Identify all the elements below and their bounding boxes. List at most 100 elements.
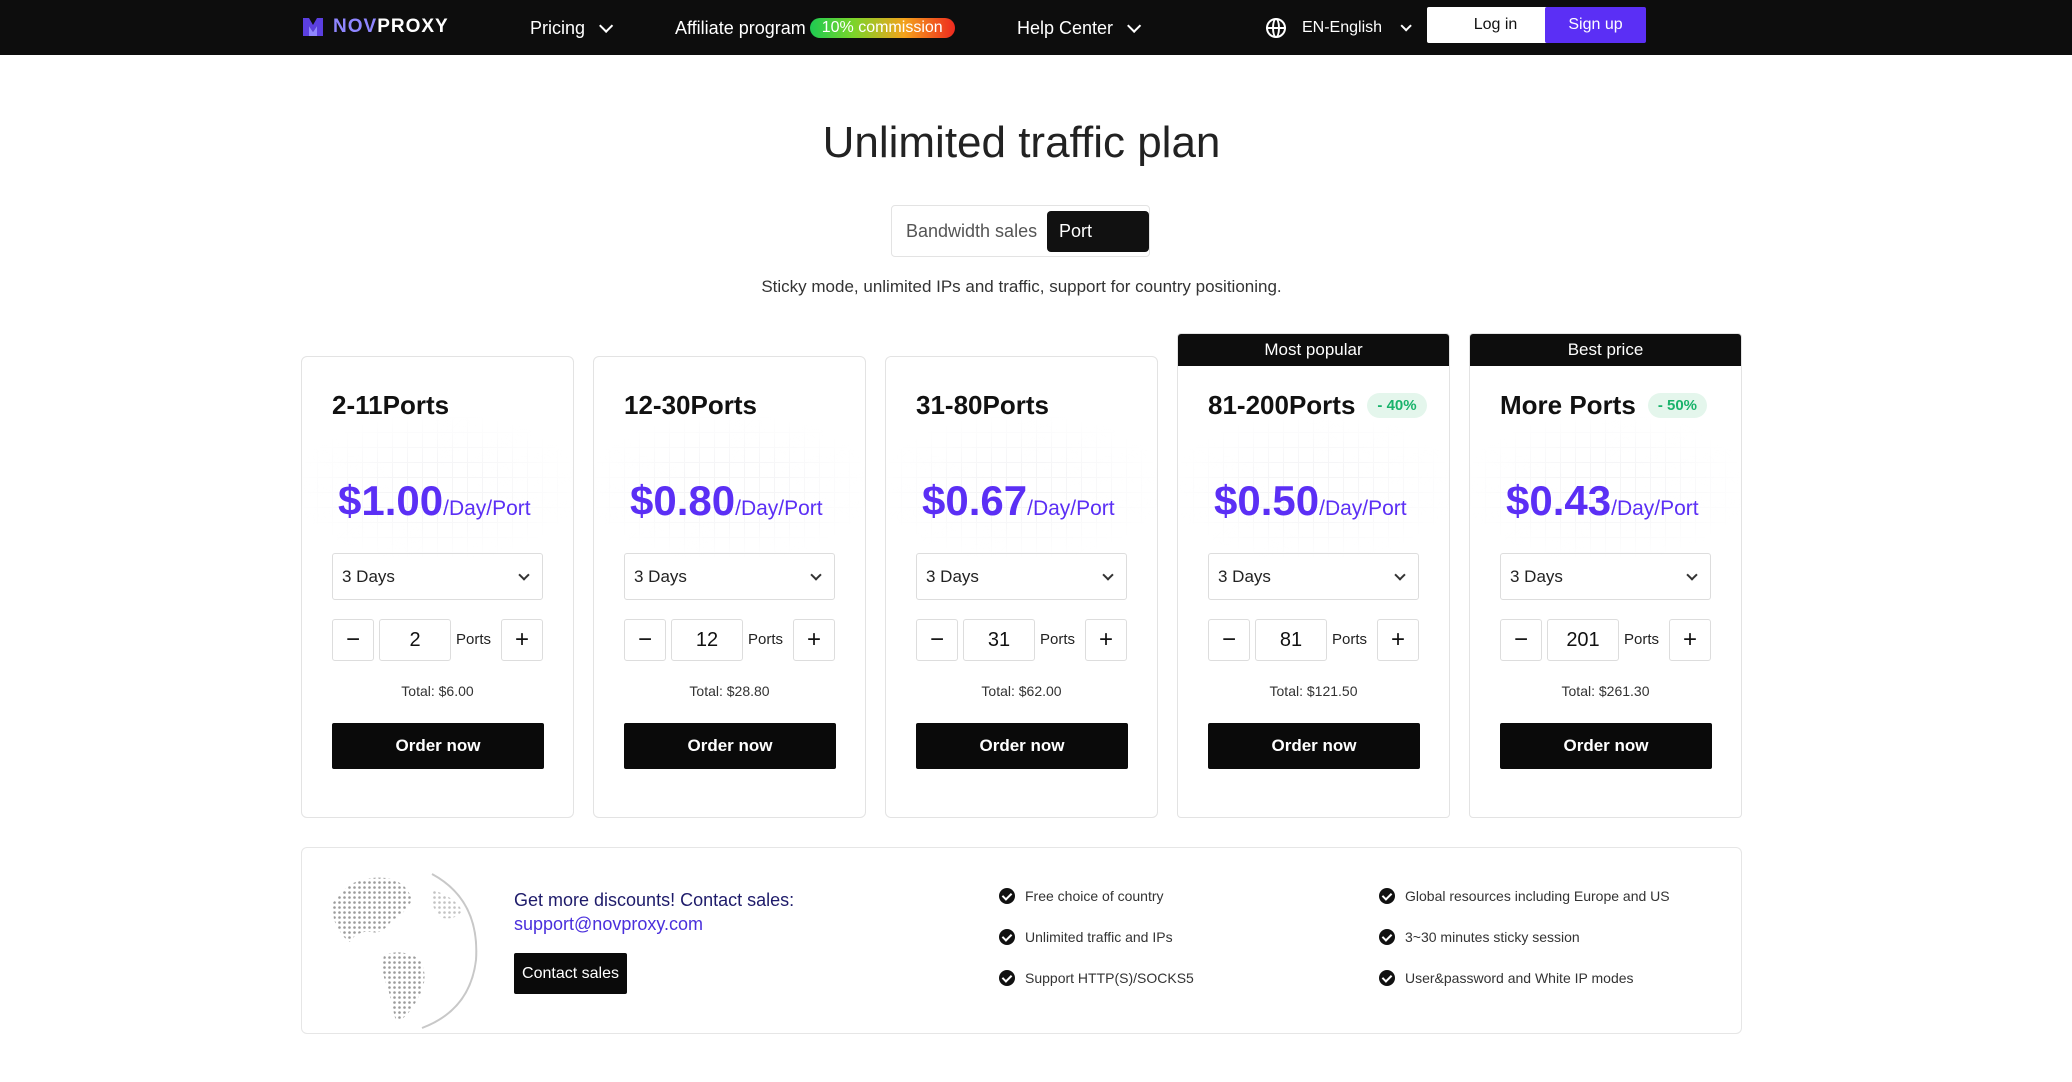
check-icon — [1379, 888, 1395, 904]
check-icon — [999, 970, 1015, 986]
plan-title: More Ports - 50% — [1500, 390, 1707, 421]
discount-badge: - 50% — [1647, 393, 1707, 418]
plan-total: Total: $28.80 — [689, 683, 770, 699]
decrement-button[interactable]: − — [1208, 619, 1250, 661]
plan-price: $0.50/Day/Port — [1214, 477, 1407, 524]
ports-unit-label: Ports — [748, 631, 784, 648]
contact-heading: Get more discounts! Contact sales: — [514, 890, 795, 910]
logo-mark-icon — [303, 18, 323, 36]
duration-select[interactable]: 3 Days — [624, 553, 835, 600]
login-button[interactable]: Log in — [1427, 7, 1564, 43]
plan-total: Total: $261.30 — [1561, 683, 1650, 699]
decrement-button[interactable]: − — [1500, 619, 1542, 661]
contact-sales-button[interactable]: Contact sales — [514, 953, 627, 994]
check-icon — [999, 929, 1015, 945]
order-now-button[interactable]: Order now — [332, 723, 544, 769]
plan-price: $1.00/Day/Port — [338, 477, 531, 524]
check-icon — [1379, 970, 1395, 986]
chevron-down-icon — [599, 18, 614, 33]
nav-affiliate[interactable]: Affiliate program 10% commission — [675, 14, 955, 42]
plan-title: 81-200Ports - 40% — [1208, 390, 1427, 421]
decrement-button[interactable]: − — [916, 619, 958, 661]
order-now-button[interactable]: Order now — [1500, 723, 1712, 769]
order-now-button[interactable]: Order now — [916, 723, 1128, 769]
feature-item: User&password and White IP modes — [1379, 970, 1634, 986]
plan-total: Total: $62.00 — [981, 683, 1062, 699]
ports-quantity-input[interactable]: 31 — [963, 619, 1035, 661]
ports-quantity-input[interactable]: 81 — [1255, 619, 1327, 661]
plan-subtitle: Sticky mode, unlimited IPs and traffic, … — [761, 277, 1282, 296]
nav-affiliate-label: Affiliate program — [675, 17, 806, 38]
check-icon — [1379, 929, 1395, 945]
ports-unit-label: Ports — [1332, 631, 1368, 648]
support-email-link[interactable]: support@novproxy.com — [514, 914, 703, 935]
duration-select[interactable]: 3 Days — [916, 553, 1127, 600]
ports-stepper: − 201 Ports + — [1500, 619, 1711, 661]
most-popular-ribbon: Most popular — [1178, 334, 1449, 366]
duration-select[interactable]: 3 Days — [332, 553, 543, 600]
ports-quantity-input[interactable]: 2 — [379, 619, 451, 661]
increment-button[interactable]: + — [501, 619, 543, 661]
plan-card-81-200: Most popular 81-200Ports - 40% $0.50/Day/… — [1177, 333, 1450, 818]
order-now-button[interactable]: Order now — [624, 723, 836, 769]
ports-stepper: − 31 Ports + — [916, 619, 1127, 661]
feature-item: Support HTTP(S)/SOCKS5 — [999, 970, 1194, 986]
chevron-down-icon — [1102, 569, 1114, 581]
nav-help-label: Help Center — [1017, 17, 1114, 38]
order-now-button[interactable]: Order now — [1208, 723, 1420, 769]
logo[interactable]: NOVPROXY — [301, 13, 449, 41]
nav-help-center[interactable]: Help Center — [1017, 14, 1142, 42]
increment-button[interactable]: + — [1085, 619, 1127, 661]
tab-bandwidth-sales[interactable]: Bandwidth sales — [894, 211, 1049, 252]
plan-title: 2-11Ports — [332, 390, 450, 420]
globe-icon — [1266, 18, 1286, 38]
duration-select[interactable]: 3 Days — [1208, 553, 1419, 600]
language-label: EN-English — [1302, 19, 1383, 36]
plan-card-more-ports: Best price More Ports - 50% $0.43/Day/Por… — [1469, 333, 1742, 818]
plan-price: $0.67/Day/Port — [922, 477, 1115, 524]
decrement-button[interactable]: − — [624, 619, 666, 661]
tab-port-sales[interactable]: Port sales — [1047, 211, 1149, 282]
plan-title: 31-80Ports — [916, 390, 1049, 420]
sales-type-toggle: Bandwidth sales Port sales — [891, 205, 1150, 282]
discount-badge: - 40% — [1367, 393, 1427, 418]
increment-button[interactable]: + — [793, 619, 835, 661]
plan-total: Total: $6.00 — [401, 683, 474, 699]
increment-button[interactable]: + — [1669, 619, 1711, 661]
plan-card-12-30: 12-30Ports $0.80/Day/Port 3 Days − 12 Po… — [593, 356, 866, 818]
feature-item: Free choice of country — [999, 888, 1164, 904]
discount-panel: Get more discounts! Contact sales: suppo… — [301, 847, 1742, 1034]
ports-unit-label: Ports — [1040, 631, 1076, 648]
plan-price: $0.80/Day/Port — [630, 477, 823, 524]
ports-unit-label: Ports — [456, 631, 492, 648]
chevron-down-icon — [1400, 20, 1412, 32]
world-globe-icon — [332, 873, 478, 1029]
language-selector[interactable]: EN-English — [1266, 14, 1412, 42]
chevron-down-icon — [1394, 569, 1406, 581]
ports-quantity-input[interactable]: 12 — [671, 619, 743, 661]
top-navbar: NOVPROXY Pricing Affiliate program 10% c… — [0, 0, 2072, 55]
commission-badge: 10% commission — [809, 18, 955, 38]
best-price-ribbon: Best price — [1470, 334, 1741, 366]
chevron-down-icon — [1686, 569, 1698, 581]
chevron-down-icon — [810, 569, 822, 581]
feature-item: 3~30 minutes sticky session — [1379, 929, 1580, 945]
chevron-down-icon — [518, 569, 530, 581]
plan-card-2-11: 2-11Ports $1.00/Day/Port 3 Days − 2 Port… — [301, 356, 574, 818]
ports-stepper: − 2 Ports + — [332, 619, 543, 661]
feature-item: Global resources including Europe and US — [1379, 888, 1670, 904]
increment-button[interactable]: + — [1377, 619, 1419, 661]
nav-pricing[interactable]: Pricing — [530, 14, 614, 42]
page-title: Unlimited traffic plan — [822, 118, 1221, 167]
nav-pricing-label: Pricing — [530, 17, 586, 38]
signup-button[interactable]: Sign up — [1545, 7, 1646, 43]
decrement-button[interactable]: − — [332, 619, 374, 661]
ports-unit-label: Ports — [1624, 631, 1660, 648]
logo-text: NOVPROXY — [333, 16, 449, 37]
plan-price: $0.43/Day/Port — [1506, 477, 1699, 524]
check-icon — [999, 888, 1015, 904]
ports-quantity-input[interactable]: 201 — [1547, 619, 1619, 661]
plan-total: Total: $121.50 — [1269, 683, 1358, 699]
duration-select[interactable]: 3 Days — [1500, 553, 1711, 600]
plan-card-31-80: 31-80Ports $0.67/Day/Port 3 Days − 31 Po… — [885, 356, 1158, 818]
